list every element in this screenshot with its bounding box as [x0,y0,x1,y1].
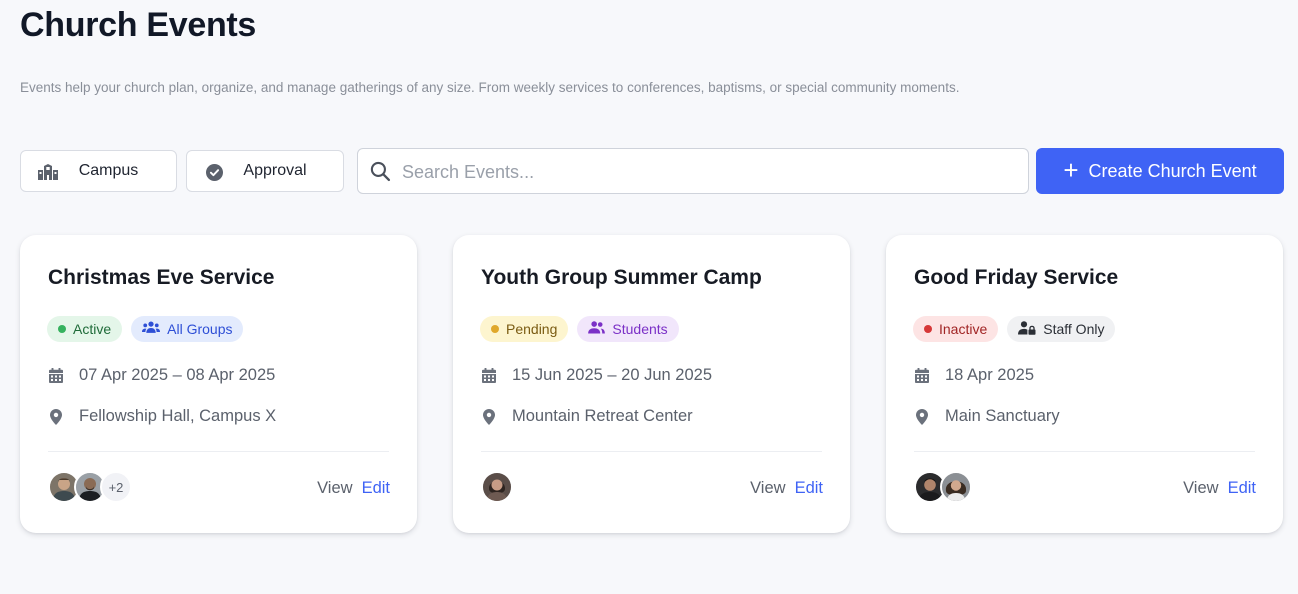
card-actions: View Edit [1183,479,1256,498]
event-badges: Inactive Staff Only [913,316,1116,342]
users-icon [588,321,606,337]
search-icon [370,161,391,187]
event-date-row: 15 Jun 2025 – 20 Jun 2025 [481,366,712,385]
attendee-avatars: +2 [48,471,132,503]
card-divider [48,451,389,452]
event-title: Good Friday Service [914,266,1119,289]
search-box[interactable] [357,148,1029,194]
event-title: Youth Group Summer Camp [481,266,762,289]
user-lock-icon [1018,320,1036,338]
status-dot [491,325,499,333]
campus-filter-label: Campus [78,162,139,179]
approval-filter-label: Approval [243,162,307,179]
status-dot [58,325,66,333]
card-divider [914,451,1255,452]
audience-badge-label: All Groups [167,321,233,337]
status-badge: Pending [480,316,569,342]
search-input[interactable] [402,157,1002,187]
edit-event-link[interactable]: Edit [362,479,390,498]
approval-filter-button[interactable]: Approval [186,150,344,192]
card-actions: View Edit [317,479,390,498]
event-location: Fellowship Hall, Campus X [79,407,277,425]
event-location: Mountain Retreat Center [512,407,693,425]
calendar-icon [48,368,64,384]
status-badge: Inactive [913,316,999,342]
plus-icon: + [1063,154,1079,185]
audience-badge-label: Students [612,321,668,337]
audience-badge: Staff Only [1007,316,1116,342]
event-badges: Pending Students [480,316,679,342]
users-icon [142,321,161,337]
card-divider [481,451,822,452]
event-title: Christmas Eve Service [48,266,275,289]
audience-badge-label: Staff Only [1043,321,1105,337]
event-date: 15 Jun 2025 – 20 Jun 2025 [512,366,713,384]
attendee-avatar [940,471,972,503]
status-badge-label: Pending [506,321,558,337]
attendee-avatars [481,471,513,503]
calendar-icon [481,368,497,384]
card-actions: View Edit [750,479,823,498]
status-dot [924,325,932,333]
event-date-row: 07 Apr 2025 – 08 Apr 2025 [48,366,275,385]
attendee-avatar [481,471,513,503]
event-date-row: 18 Apr 2025 [914,366,1034,385]
status-badge: Active [47,316,123,342]
more-attendees-count[interactable]: +2 [100,471,132,503]
create-event-label: Create Church Event [1088,160,1257,181]
status-badge-label: Active [73,321,112,337]
view-event-link[interactable]: View [317,479,352,498]
create-event-button[interactable]: + Create Church Event [1036,148,1284,194]
event-location-row: Mountain Retreat Center [481,407,693,426]
location-pin-icon [48,408,64,425]
event-location-row: Main Sanctuary [914,407,1060,426]
status-badge-label: Inactive [939,321,988,337]
page-title: Church Events [20,6,257,44]
campus-filter-button[interactable]: Campus [20,150,177,192]
page-description: Events help your church plan, organize, … [20,80,960,95]
event-location-row: Fellowship Hall, Campus X [48,407,276,426]
audience-badge: All Groups [131,316,244,342]
event-card: Good Friday Service Inactive Staff Only [886,235,1283,533]
event-date: 07 Apr 2025 – 08 Apr 2025 [79,366,276,384]
edit-event-link[interactable]: Edit [1228,479,1256,498]
view-event-link[interactable]: View [750,479,785,498]
location-pin-icon [481,408,497,425]
location-pin-icon [914,408,930,425]
audience-badge: Students [577,316,679,342]
event-location: Main Sanctuary [945,407,1060,425]
edit-event-link[interactable]: Edit [795,479,823,498]
event-date: 18 Apr 2025 [945,366,1034,384]
view-event-link[interactable]: View [1183,479,1218,498]
calendar-icon [914,368,930,384]
event-card: Christmas Eve Service Active All Groups [20,235,417,533]
event-badges: Active All Groups [47,316,244,342]
event-card: Youth Group Summer Camp Pending Students [453,235,850,533]
attendee-avatars [914,471,972,503]
